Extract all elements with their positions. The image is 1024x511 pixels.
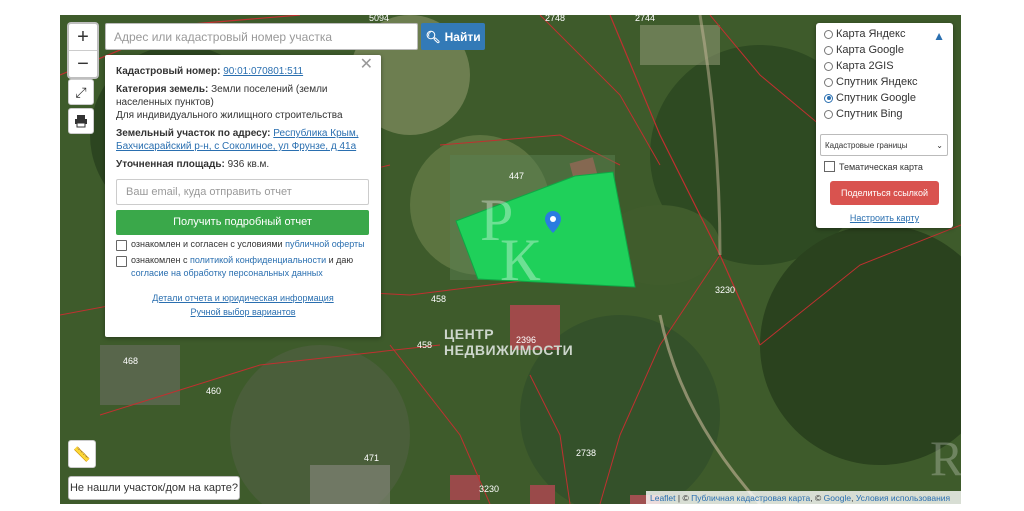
- checkbox-box[interactable]: [116, 240, 127, 251]
- radio-button[interactable]: [824, 29, 833, 39]
- map-label: 2738: [576, 448, 597, 458]
- radio-button[interactable]: [824, 109, 833, 119]
- layer-option-2gis-map[interactable]: Карта 2GIS: [824, 60, 894, 72]
- configure-map-link[interactable]: Настроить карту: [816, 213, 953, 223]
- map-label: 468: [123, 356, 139, 366]
- radio-button[interactable]: [824, 45, 833, 55]
- leaflet-link[interactable]: Leaflet: [650, 493, 676, 503]
- parcel-info-popup: ✕ Кадастровый номер: 90:01:070801:511 Ка…: [105, 55, 381, 337]
- get-report-button[interactable]: Получить подробный отчет: [116, 210, 369, 235]
- privacy-policy-link[interactable]: политикой конфиденциальности: [190, 255, 326, 265]
- personal-data-link[interactable]: согласие на обработку персональных данны…: [131, 268, 323, 278]
- terms-link[interactable]: Условия использования: [856, 493, 950, 503]
- ruler-icon: 📏: [73, 445, 91, 462]
- expand-icon: ⤢: [75, 83, 87, 100]
- close-icon[interactable]: ✕: [360, 57, 373, 73]
- radio-button[interactable]: [824, 77, 833, 87]
- watermark-line2: НЕДВИЖИМОСТИ: [444, 342, 574, 358]
- map-label: 3230: [479, 484, 500, 494]
- layer-option-google-map[interactable]: Карта Google: [824, 44, 904, 56]
- layer-option-yandex-map[interactable]: Карта Яндекс: [824, 28, 905, 40]
- map-label: 460: [206, 386, 222, 396]
- chevron-up-icon[interactable]: ▲: [933, 29, 945, 43]
- category-row: Категория земель: Земли поселений (земли…: [116, 84, 343, 121]
- google-link[interactable]: Google: [824, 493, 851, 503]
- fullscreen-button[interactable]: ⤢: [68, 79, 94, 105]
- address-row: Земельный участок по адресу: Республика …: [116, 128, 359, 152]
- checkbox-box[interactable]: [824, 161, 835, 172]
- search-input[interactable]: Адрес или кадастровый номер участка: [105, 23, 418, 50]
- search-button[interactable]: 🔍︎ Найти: [421, 23, 485, 50]
- measure-button[interactable]: 📏: [68, 440, 96, 468]
- cadastral-number-link[interactable]: 90:01:070801:511: [223, 66, 303, 77]
- layer-option-google-satellite[interactable]: Спутник Google: [824, 92, 916, 104]
- printer-icon: [75, 115, 87, 128]
- share-link-button[interactable]: Поделиться ссылкой: [830, 181, 939, 205]
- not-found-button[interactable]: Не нашли участок/дом на карте?: [68, 476, 240, 500]
- chevron-down-icon: ⌄: [936, 140, 943, 150]
- usage-text: Для индивидуального жилищного строительс…: [116, 110, 343, 121]
- svg-text:К: К: [500, 227, 541, 293]
- zoom-out-button[interactable]: −: [69, 50, 97, 77]
- pkk-link[interactable]: Публичная кадастровая карта: [691, 493, 810, 503]
- watermark-line1: ЦЕНТР: [444, 326, 495, 342]
- email-field[interactable]: Ваш email, куда отправить отчет: [116, 179, 369, 205]
- report-details-link[interactable]: Детали отчета и юридическая информация: [116, 291, 370, 305]
- layer-switcher-panel: ▲ Карта Яндекс Карта Google Карта 2GIS С…: [816, 23, 953, 228]
- area-row: Уточненная площадь: 936 кв.м.: [116, 159, 270, 170]
- overlay-select[interactable]: Кадастровые границы ⌄: [820, 134, 948, 156]
- layer-option-bing-satellite[interactable]: Спутник Bing: [824, 108, 903, 120]
- watermark: ЦЕНТР НЕДВИЖИМОСТИ: [444, 326, 573, 358]
- map-label: 3230: [715, 285, 736, 295]
- map-label: 2744: [635, 15, 656, 23]
- zoom-in-button[interactable]: +: [69, 24, 97, 50]
- layer-option-yandex-satellite[interactable]: Спутник Яндекс: [824, 76, 918, 88]
- map-attribution: Leaflet | © Публичная кадастровая карта,…: [646, 491, 961, 504]
- svg-text:R: R: [930, 430, 961, 486]
- offer-link[interactable]: публичной оферты: [285, 239, 365, 249]
- search-button-label: Найти: [444, 29, 481, 44]
- checkbox-box[interactable]: [116, 256, 127, 267]
- map-label: 5094: [369, 15, 390, 23]
- popup-links: Детали отчета и юридическая информация Р…: [116, 291, 370, 319]
- offer-consent-checkbox[interactable]: ознакомлен и согласен с условиями публич…: [116, 238, 370, 251]
- map-label: 447: [509, 171, 525, 181]
- manual-selection-link[interactable]: Ручной выбор вариантов: [116, 305, 370, 319]
- map-label: 458: [417, 340, 433, 350]
- search-icon: 🔍︎: [425, 29, 441, 44]
- map-label: 2748: [545, 15, 566, 23]
- map-label: 471: [364, 453, 380, 463]
- radio-button-selected[interactable]: [824, 93, 833, 103]
- cadastral-row: Кадастровый номер: 90:01:070801:511: [116, 66, 304, 77]
- privacy-consent-checkbox[interactable]: ознакомлен с политикой конфиденциальност…: [116, 254, 370, 280]
- print-button[interactable]: [68, 108, 94, 134]
- thematic-map-checkbox[interactable]: Тематическая карта: [824, 161, 923, 172]
- radio-button[interactable]: [824, 61, 833, 71]
- map-label: 458: [431, 294, 447, 304]
- zoom-control: + −: [67, 22, 99, 79]
